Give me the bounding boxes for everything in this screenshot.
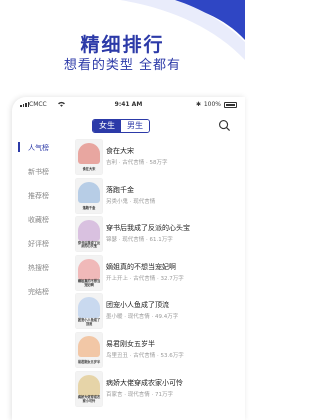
battery-icon [224,102,237,108]
book-title: 嫡姐真的不想当宠妃啊 [106,262,176,271]
cover-title: 落跑千金 [82,205,96,210]
sidebar-item-completed[interactable]: 完结榜 [12,285,62,309]
book-title: 穿书后我成了反派的心头宝 [106,224,190,233]
list-item[interactable]: 落跑千金 落跑千金 另类小鬼 · 现代言情 [76,178,245,217]
phone-screen: CMCC 9:41 AM ✱ 100% 女生 男生 人气榜 新书榜 推荐榜 收藏… [12,97,245,420]
search-icon[interactable] [218,119,231,132]
book-meta: 开上开上 · 古代言情 · 32.7万字 [106,275,184,282]
cover-art [78,220,100,242]
book-title: 病娇大佬穿成农家小可怜 [106,378,183,387]
cover-art [78,258,100,280]
tab-female[interactable]: 女生 [93,120,121,132]
list-item[interactable]: 嫡姐真的不想当宠妃啊 嫡姐真的不想当宠妃啊 开上开上 · 古代言情 · 32.7… [76,255,245,294]
book-meta: 鸟里丑丑 · 古代言情 · 53.6万字 [106,352,184,359]
hero-subtitle: 想看的类型 全都有 [63,58,182,73]
sidebar-item-new-books[interactable]: 新书榜 [12,165,62,189]
ranking-sidebar: 人气榜 新书榜 推荐榜 收藏榜 好评榜 热搜榜 完结榜 [12,141,62,309]
book-meta: 锦瑟 · 现代言情 · 61.1万字 [106,237,173,244]
book-cover: 落跑千金 [76,178,102,213]
tab-male[interactable]: 男生 [121,120,149,132]
cover-title: 易君刚女五岁半 [77,360,101,365]
book-cover: 穿书后我成了反派的心头宝 [76,217,102,252]
cover-art [78,143,100,164]
list-item[interactable]: 团宠小人鱼成了顶流 团宠小人鱼成了顶流 墨小暖 · 现代言情 · 49.4万字 [76,294,245,332]
book-list: 食在大宋 食在大宋 吉利 · 古代言情 · 58万字 落跑千金 落跑千金 另类小… [76,140,245,410]
sidebar-item-popularity[interactable]: 人气榜 [12,141,62,165]
sidebar-item-trending-search[interactable]: 热搜榜 [12,261,62,285]
book-meta: 墨小暖 · 现代言情 · 49.4万字 [106,314,179,321]
book-meta: 另类小鬼 · 现代言情 [106,198,156,205]
status-bar: CMCC 9:41 AM ✱ 100% [12,101,245,111]
cover-title: 嫡姐真的不想当宠妃啊 [77,279,101,287]
book-meta: 百家言 · 现代言情 · 71万字 [106,391,173,398]
list-item[interactable]: 食在大宋 食在大宋 吉利 · 古代言情 · 58万字 [76,140,245,178]
book-title: 食在大宋 [106,147,134,155]
cover-art [78,374,100,396]
book-cover: 团宠小人鱼成了顶流 [76,294,102,329]
cover-title: 穿书后我成了反派的心头宝 [77,240,101,249]
battery-percent: 100% [203,101,221,108]
list-item[interactable]: 穿书后我成了反派的心头宝 穿书后我成了反派的心头宝 锦瑟 · 现代言情 · 61… [76,217,245,255]
book-cover: 食在大宋 [76,140,102,174]
book-title: 易君刚女五岁半 [106,339,155,348]
book-title: 落跑千金 [106,185,134,194]
cover-art [78,297,100,319]
sidebar-item-favorites[interactable]: 收藏榜 [12,213,62,237]
book-title: 团宠小人鱼成了顶流 [106,301,169,310]
book-cover: 嫡姐真的不想当宠妃啊 [76,255,102,290]
list-item[interactable]: 病娇大佬穿成农家小可怜 病娇大佬穿成农家小可怜 百家言 · 现代言情 · 71万… [76,371,245,410]
sidebar-item-top-rated[interactable]: 好评榜 [12,237,62,261]
cover-title: 病娇大佬穿成农家小可怜 [77,394,101,403]
cover-art [78,181,100,203]
gender-tabs: 女生 男生 [92,119,150,133]
book-cover: 易君刚女五岁半 [76,332,102,367]
book-cover: 病娇大佬穿成农家小可怜 [76,371,102,406]
sidebar-item-recommended[interactable]: 推荐榜 [12,189,62,213]
cover-art [78,335,100,357]
cover-title: 团宠小人鱼成了顶流 [77,317,101,326]
list-item[interactable]: 易君刚女五岁半 易君刚女五岁半 鸟里丑丑 · 古代言情 · 53.6万字 [76,332,245,371]
hero-title: 精细排行 [80,34,165,56]
cover-title: 食在大宋 [82,167,96,172]
book-meta: 吉利 · 古代言情 · 58万字 [106,160,168,166]
bluetooth-icon: ✱ [195,101,201,108]
